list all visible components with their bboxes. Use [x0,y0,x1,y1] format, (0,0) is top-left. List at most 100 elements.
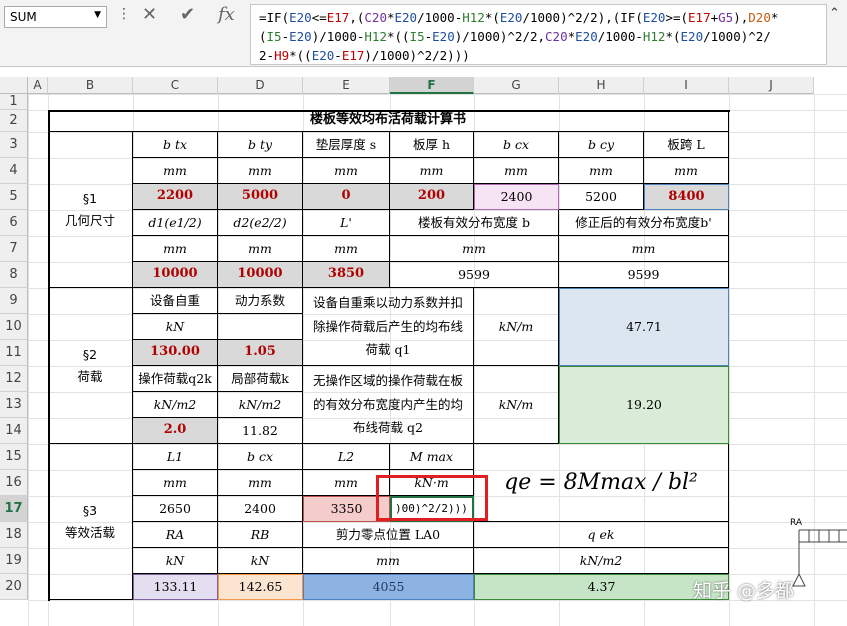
header-cell[interactable]: L2 [303,444,390,470]
unit-cell[interactable]: mm [474,158,559,184]
unit-cell[interactable]: kN/m2 [133,392,218,418]
formula-image[interactable]: qe = 8Mmax / bl² [474,444,729,522]
value-cell[interactable]: 10000 [218,262,303,288]
unit-cell[interactable]: kN [133,314,218,340]
unit-cell[interactable]: mm [390,236,559,262]
value-cell[interactable]: 5000 [218,184,303,210]
row-header-11[interactable]: 11 [0,340,28,366]
column-header-G[interactable]: G [474,77,559,94]
section3-label[interactable]: §3 等效活载 [48,444,133,600]
value-cell[interactable]: 133.11 [133,574,218,600]
unit-cell[interactable]: kN [218,548,303,574]
unit-cell[interactable]: mm [218,236,303,262]
header-cell[interactable]: b cx [474,132,559,158]
row-header-18[interactable]: 18 [0,522,28,548]
section2-label[interactable]: §2 荷载 [48,288,133,444]
header-cell[interactable]: 垫层厚度 s [303,132,390,158]
header-cell[interactable]: 操作荷载q2k [133,366,218,392]
header-cell[interactable]: 修正后的有效分布宽度b' [559,210,729,236]
header-cell[interactable]: q ek [474,522,729,548]
description-cell[interactable]: 无操作区域的操作荷载在板的有效分布宽度内产生的均布线荷载 q2 [303,366,474,444]
value-cell[interactable]: 0 [303,184,390,210]
unit-cell[interactable]: mm [303,236,390,262]
unit-cell[interactable]: kN/m2 [474,548,729,574]
value-cell[interactable]: 2.0 [133,418,218,444]
unit-cell[interactable]: mm [644,158,729,184]
value-cell[interactable]: 3850 [303,262,390,288]
value-cell[interactable]: 1.05 [218,340,303,366]
column-header-B[interactable]: B [48,77,133,94]
header-cell[interactable]: b tx [133,132,218,158]
row-header-1[interactable]: 1 [0,94,28,110]
row-header-13[interactable]: 13 [0,392,28,418]
header-cell[interactable]: 板跨 L [644,132,729,158]
row-header-14[interactable]: 14 [0,418,28,444]
header-cell[interactable]: RA [133,522,218,548]
value-cell[interactable]: 9599 [559,262,729,288]
value-cell[interactable]: 10000 [133,262,218,288]
header-cell[interactable]: 动力系数 [218,288,303,314]
header-cell[interactable]: RB [218,522,303,548]
row-header-16[interactable]: 16 [0,470,28,496]
column-header-H[interactable]: H [559,77,644,94]
q2-value[interactable]: 19.20 [559,366,729,444]
unit-cell[interactable]: kN [133,548,218,574]
header-cell[interactable]: 楼板有效分布宽度 b [390,210,559,236]
row-header-5[interactable]: 5 [0,184,28,210]
row-header-3[interactable]: 3 [0,132,28,158]
unit-cell[interactable]: mm [133,236,218,262]
table-title[interactable]: 楼板等效均布活荷载计算书 [48,110,729,132]
value-cell[interactable]: 2200 [133,184,218,210]
unit-cell[interactable]: mm [133,470,218,496]
unit-cell[interactable]: mm [390,158,474,184]
column-header-A[interactable]: A [28,77,48,94]
row-header-15[interactable]: 15 [0,444,28,470]
empty-cell[interactable] [218,314,303,340]
header-cell[interactable]: 局部荷载k [218,366,303,392]
header-cell[interactable]: d2(e2/2) [218,210,303,236]
column-header-J[interactable]: J [729,77,814,94]
column-header-D[interactable]: D [218,77,303,94]
header-cell[interactable]: d1(e1/2) [133,210,218,236]
row-header-19[interactable]: 19 [0,548,28,574]
header-cell[interactable]: 设备自重 [133,288,218,314]
unit-cell[interactable]: mm [218,470,303,496]
row-header-8[interactable]: 8 [0,262,28,288]
header-cell[interactable]: b ty [218,132,303,158]
row-header-6[interactable]: 6 [0,210,28,236]
enter-icon[interactable]: ✔ [180,4,195,25]
unit-cell[interactable]: kN/m [474,288,559,366]
value-cell[interactable]: 4055 [303,574,474,600]
row-header-4[interactable]: 4 [0,158,28,184]
row-header-10[interactable]: 10 [0,314,28,340]
row-header-20[interactable]: 20 [0,574,28,600]
value-cell[interactable]: 200 [390,184,474,210]
header-cell[interactable]: b cx [218,444,303,470]
formula-input[interactable]: =IF(E20<=E17,(C20*E20/1000-H12*(E20/1000… [250,4,827,65]
insert-function-icon[interactable]: fx [218,4,235,25]
value-cell[interactable]: 8400 [644,184,729,210]
unit-cell[interactable]: mm [303,548,474,574]
unit-cell[interactable]: mm [559,236,729,262]
column-header-E[interactable]: E [303,77,390,94]
row-header-9[interactable]: 9 [0,288,28,314]
column-header-C[interactable]: C [133,77,218,94]
value-cell[interactable]: 11.82 [218,418,303,444]
row-header-12[interactable]: 12 [0,366,28,392]
unit-cell[interactable]: mm [303,158,390,184]
value-cell[interactable]: 2650 [133,496,218,522]
header-cell[interactable]: b cy [559,132,644,158]
row-header-2[interactable]: 2 [0,110,28,132]
header-cell[interactable]: L1 [133,444,218,470]
unit-cell[interactable]: mm [559,158,644,184]
value-cell[interactable]: 142.65 [218,574,303,600]
unit-cell[interactable]: kN/m2 [218,392,303,418]
value-cell[interactable]: 9599 [390,262,559,288]
value-cell[interactable]: 2400 [218,496,303,522]
unit-cell[interactable]: kN/m [474,366,559,444]
value-cell[interactable]: 4.37 [474,574,729,600]
name-box[interactable]: SUM ▼ [4,6,107,28]
section1-label[interactable]: §1 几何尺寸 [48,132,133,288]
unit-cell[interactable]: mm [133,158,218,184]
chevron-up-icon[interactable]: ⌃ [829,6,840,21]
